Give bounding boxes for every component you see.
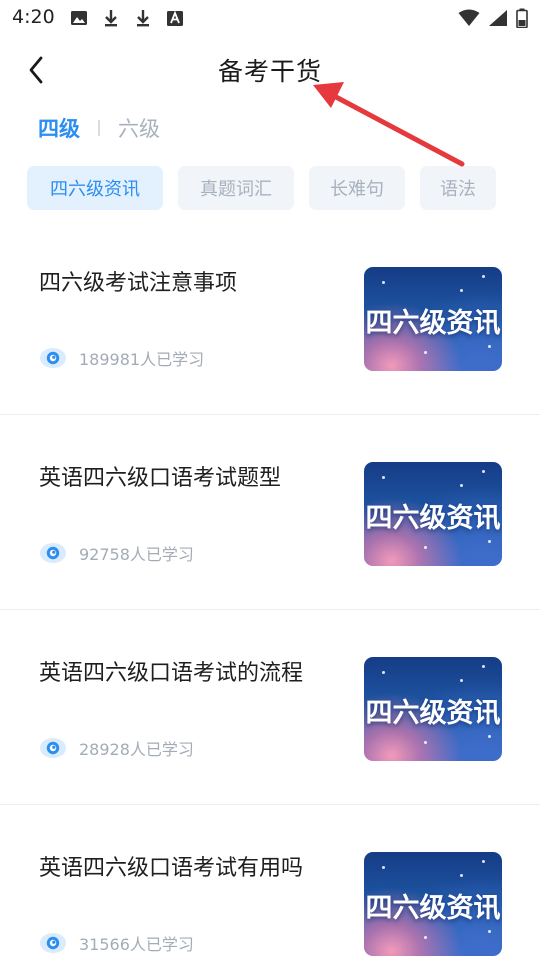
star-sparkle	[482, 860, 485, 863]
nav-bar: 备考干货	[0, 38, 540, 100]
signal-icon	[489, 10, 507, 26]
article-meta: 189981人已学习	[39, 346, 204, 370]
chip-exam-vocabulary[interactable]: 真题词汇	[178, 166, 294, 210]
star-sparkle	[424, 741, 427, 744]
article-item[interactable]: 四六级考试注意事项 189981人已学习 四六级资讯	[0, 220, 540, 415]
level-tabs: 四级 六级	[38, 113, 160, 143]
page-title: 备考干货	[217, 57, 322, 86]
article-list: 四六级考试注意事项 189981人已学习 四六级资讯 英语四六级口语考试题型 9…	[0, 220, 540, 960]
download-icon	[137, 10, 149, 27]
status-system-icons	[458, 8, 528, 28]
battery-icon	[516, 8, 528, 28]
article-title: 英语四六级口语考试的流程	[39, 661, 304, 686]
article-title: 英语四六级口语考试题型	[39, 466, 282, 491]
tab-cet6[interactable]: 六级	[118, 113, 160, 143]
chip-cet-news[interactable]: 四六级资讯	[27, 166, 163, 210]
star-sparkle	[488, 735, 491, 738]
chip-grammar[interactable]: 语法	[420, 166, 496, 210]
star-sparkle	[382, 671, 385, 674]
eye-icon	[40, 933, 66, 953]
star-sparkle	[488, 540, 491, 543]
star-sparkle	[424, 351, 427, 354]
star-sparkle	[460, 679, 463, 682]
star-sparkle	[460, 484, 463, 487]
thumbnail-label: 四六级资讯	[365, 308, 501, 339]
image-icon	[71, 11, 87, 25]
eye-icon	[40, 348, 66, 368]
article-title: 英语四六级口语考试有用吗	[39, 856, 304, 881]
star-sparkle	[424, 546, 427, 549]
status-time: 4:20	[12, 6, 55, 28]
article-item[interactable]: 英语四六级口语考试有用吗 31566人已学习 四六级资讯	[0, 805, 540, 960]
wifi-icon	[458, 9, 480, 26]
thumbnail-label: 四六级资讯	[365, 698, 501, 729]
star-sparkle	[488, 930, 491, 933]
star-sparkle	[482, 470, 485, 473]
star-sparkle	[482, 275, 485, 278]
status-bar: 4:20	[0, 0, 540, 38]
article-title: 四六级考试注意事项	[39, 271, 238, 296]
font-icon	[167, 10, 183, 26]
article-thumbnail: 四六级资讯	[364, 267, 502, 371]
article-item[interactable]: 英语四六级口语考试题型 92758人已学习 四六级资讯	[0, 415, 540, 610]
learner-count: 92758人已学习	[79, 545, 194, 564]
tab-cet4[interactable]: 四级	[38, 113, 80, 143]
learner-count: 189981人已学习	[79, 350, 205, 369]
eye-icon	[40, 738, 66, 758]
thumbnail-label: 四六级资讯	[365, 893, 501, 924]
article-item[interactable]: 英语四六级口语考试的流程 28928人已学习 四六级资讯	[0, 610, 540, 805]
article-thumbnail: 四六级资讯	[364, 657, 502, 761]
article-meta: 31566人已学习	[39, 931, 194, 955]
star-sparkle	[382, 866, 385, 869]
article-meta: 28928人已学习	[39, 736, 194, 760]
star-sparkle	[460, 874, 463, 877]
star-sparkle	[424, 936, 427, 939]
article-meta: 92758人已学习	[39, 541, 194, 565]
star-sparkle	[382, 476, 385, 479]
status-notification-icons	[70, 8, 184, 28]
star-sparkle	[482, 665, 485, 668]
article-thumbnail: 四六级资讯	[364, 462, 502, 566]
eye-icon	[40, 543, 66, 563]
learner-count: 31566人已学习	[79, 935, 194, 954]
category-chips: 四六级资讯 真题词汇 长难句 语法	[27, 166, 496, 210]
article-thumbnail: 四六级资讯	[364, 852, 502, 956]
learner-count: 28928人已学习	[79, 740, 194, 759]
star-sparkle	[488, 345, 491, 348]
download-icon	[105, 10, 117, 27]
star-sparkle	[382, 281, 385, 284]
thumbnail-label: 四六级资讯	[365, 503, 501, 534]
tab-divider	[98, 120, 100, 136]
chip-long-sentences[interactable]: 长难句	[309, 166, 405, 210]
star-sparkle	[460, 289, 463, 292]
